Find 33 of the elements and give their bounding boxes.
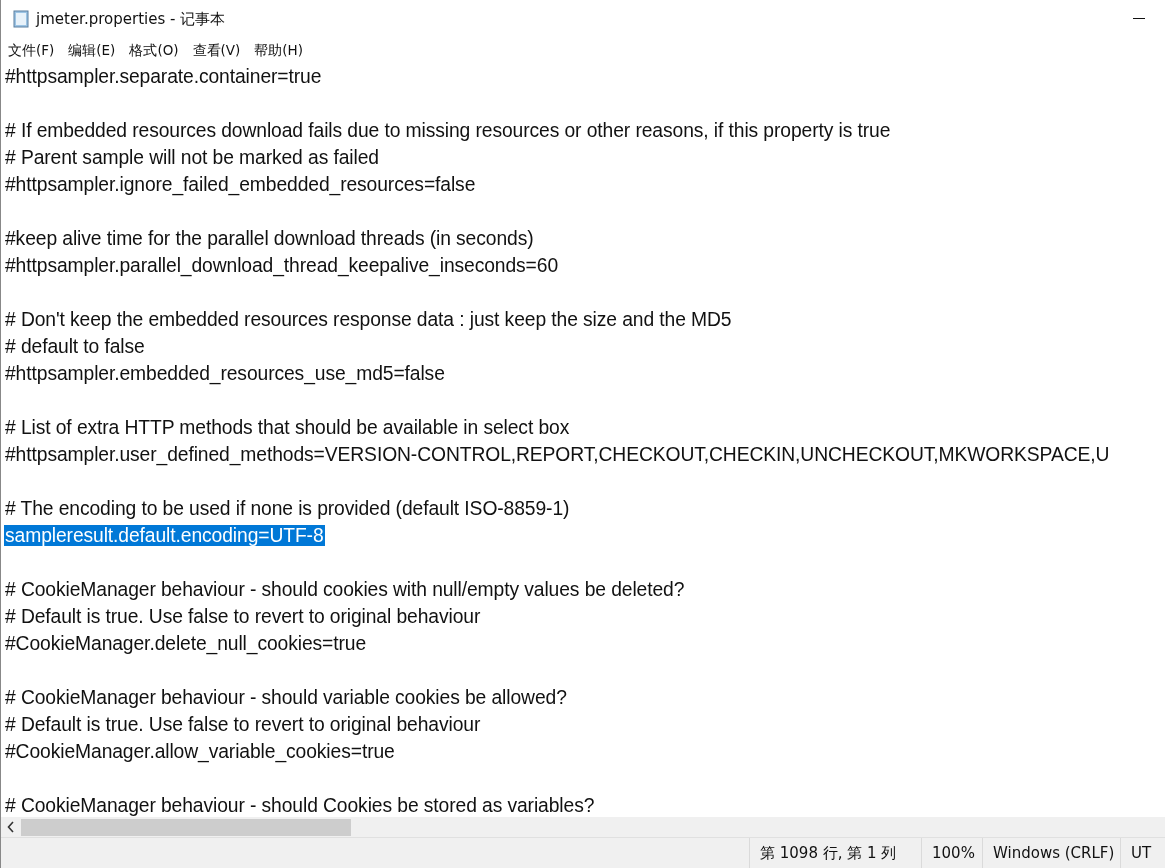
status-field: Windows (CRLF) (982, 838, 1120, 868)
status-field: UT (1120, 838, 1165, 868)
text-line: #CookieManager.allow_variable_cookies=true (4, 741, 396, 762)
text-line: #httpsampler.user_defined_methods=VERSION-CONTROL,REPORT,CHECKOUT,CHECKIN,UNCHECKOUT,MKWORKSPACE,U (4, 444, 1111, 465)
window-title: jmeter.properties - 记事本 (36, 9, 226, 29)
menu-item[interactable]: 格式(O) (129, 41, 179, 60)
menu-item[interactable]: 编辑(E) (68, 41, 116, 60)
scroll-left-icon[interactable] (7, 821, 15, 833)
status-field: 第 1098 行, 第 1 列 (749, 838, 921, 868)
text-line: # List of extra HTTP methods that should be available in select box (4, 417, 571, 438)
text-line: # CookieManager behaviour - should variable cookies be allowed? (4, 687, 568, 708)
text-line: #CookieManager.delete_null_cookies=true (4, 633, 368, 654)
menu-item[interactable]: 帮助(H) (254, 41, 304, 60)
scrollbar-thumb[interactable] (21, 818, 351, 836)
text-line: # CookieManager behaviour - should cookies with null/empty values be deleted? (4, 579, 686, 600)
notepad-icon (12, 10, 30, 28)
minimize-icon[interactable] (1133, 18, 1145, 20)
text-line: #keep alive time for the parallel download threads (in seconds) (4, 228, 535, 249)
text-line: # Parent sample will not be marked as failed (4, 147, 380, 168)
text-line: #httpsampler.ignore_failed_embedded_resources=false (4, 174, 477, 195)
status-field: 100% (921, 838, 982, 868)
text-line: #httpsampler.separate.container=true (4, 66, 323, 87)
text-line: # Default is true. Use false to revert to original behaviour (4, 714, 482, 735)
text-line: # Don't keep the embedded resources response data : just keep the size and the MD5 (4, 309, 733, 330)
text-line: #httpsampler.embedded_resources_use_md5=false (4, 363, 446, 384)
text-line: # If embedded resources download fails due to missing resources or other reasons, if this property is true (4, 120, 892, 141)
menu-item[interactable]: 文件(F) (8, 41, 55, 60)
text-line: # Default is true. Use false to revert to original behaviour (4, 606, 482, 627)
text-line: # default to false (4, 336, 146, 357)
text-line: #httpsampler.parallel_download_thread_keepalive_inseconds=60 (4, 255, 560, 276)
menu-item[interactable]: 查看(V) (192, 41, 241, 60)
text-line: # The encoding to be used if none is provided (default ISO-8859-1) (4, 498, 571, 519)
text-line: # CookieManager behaviour - should Cookies be stored as variables? (4, 795, 596, 816)
